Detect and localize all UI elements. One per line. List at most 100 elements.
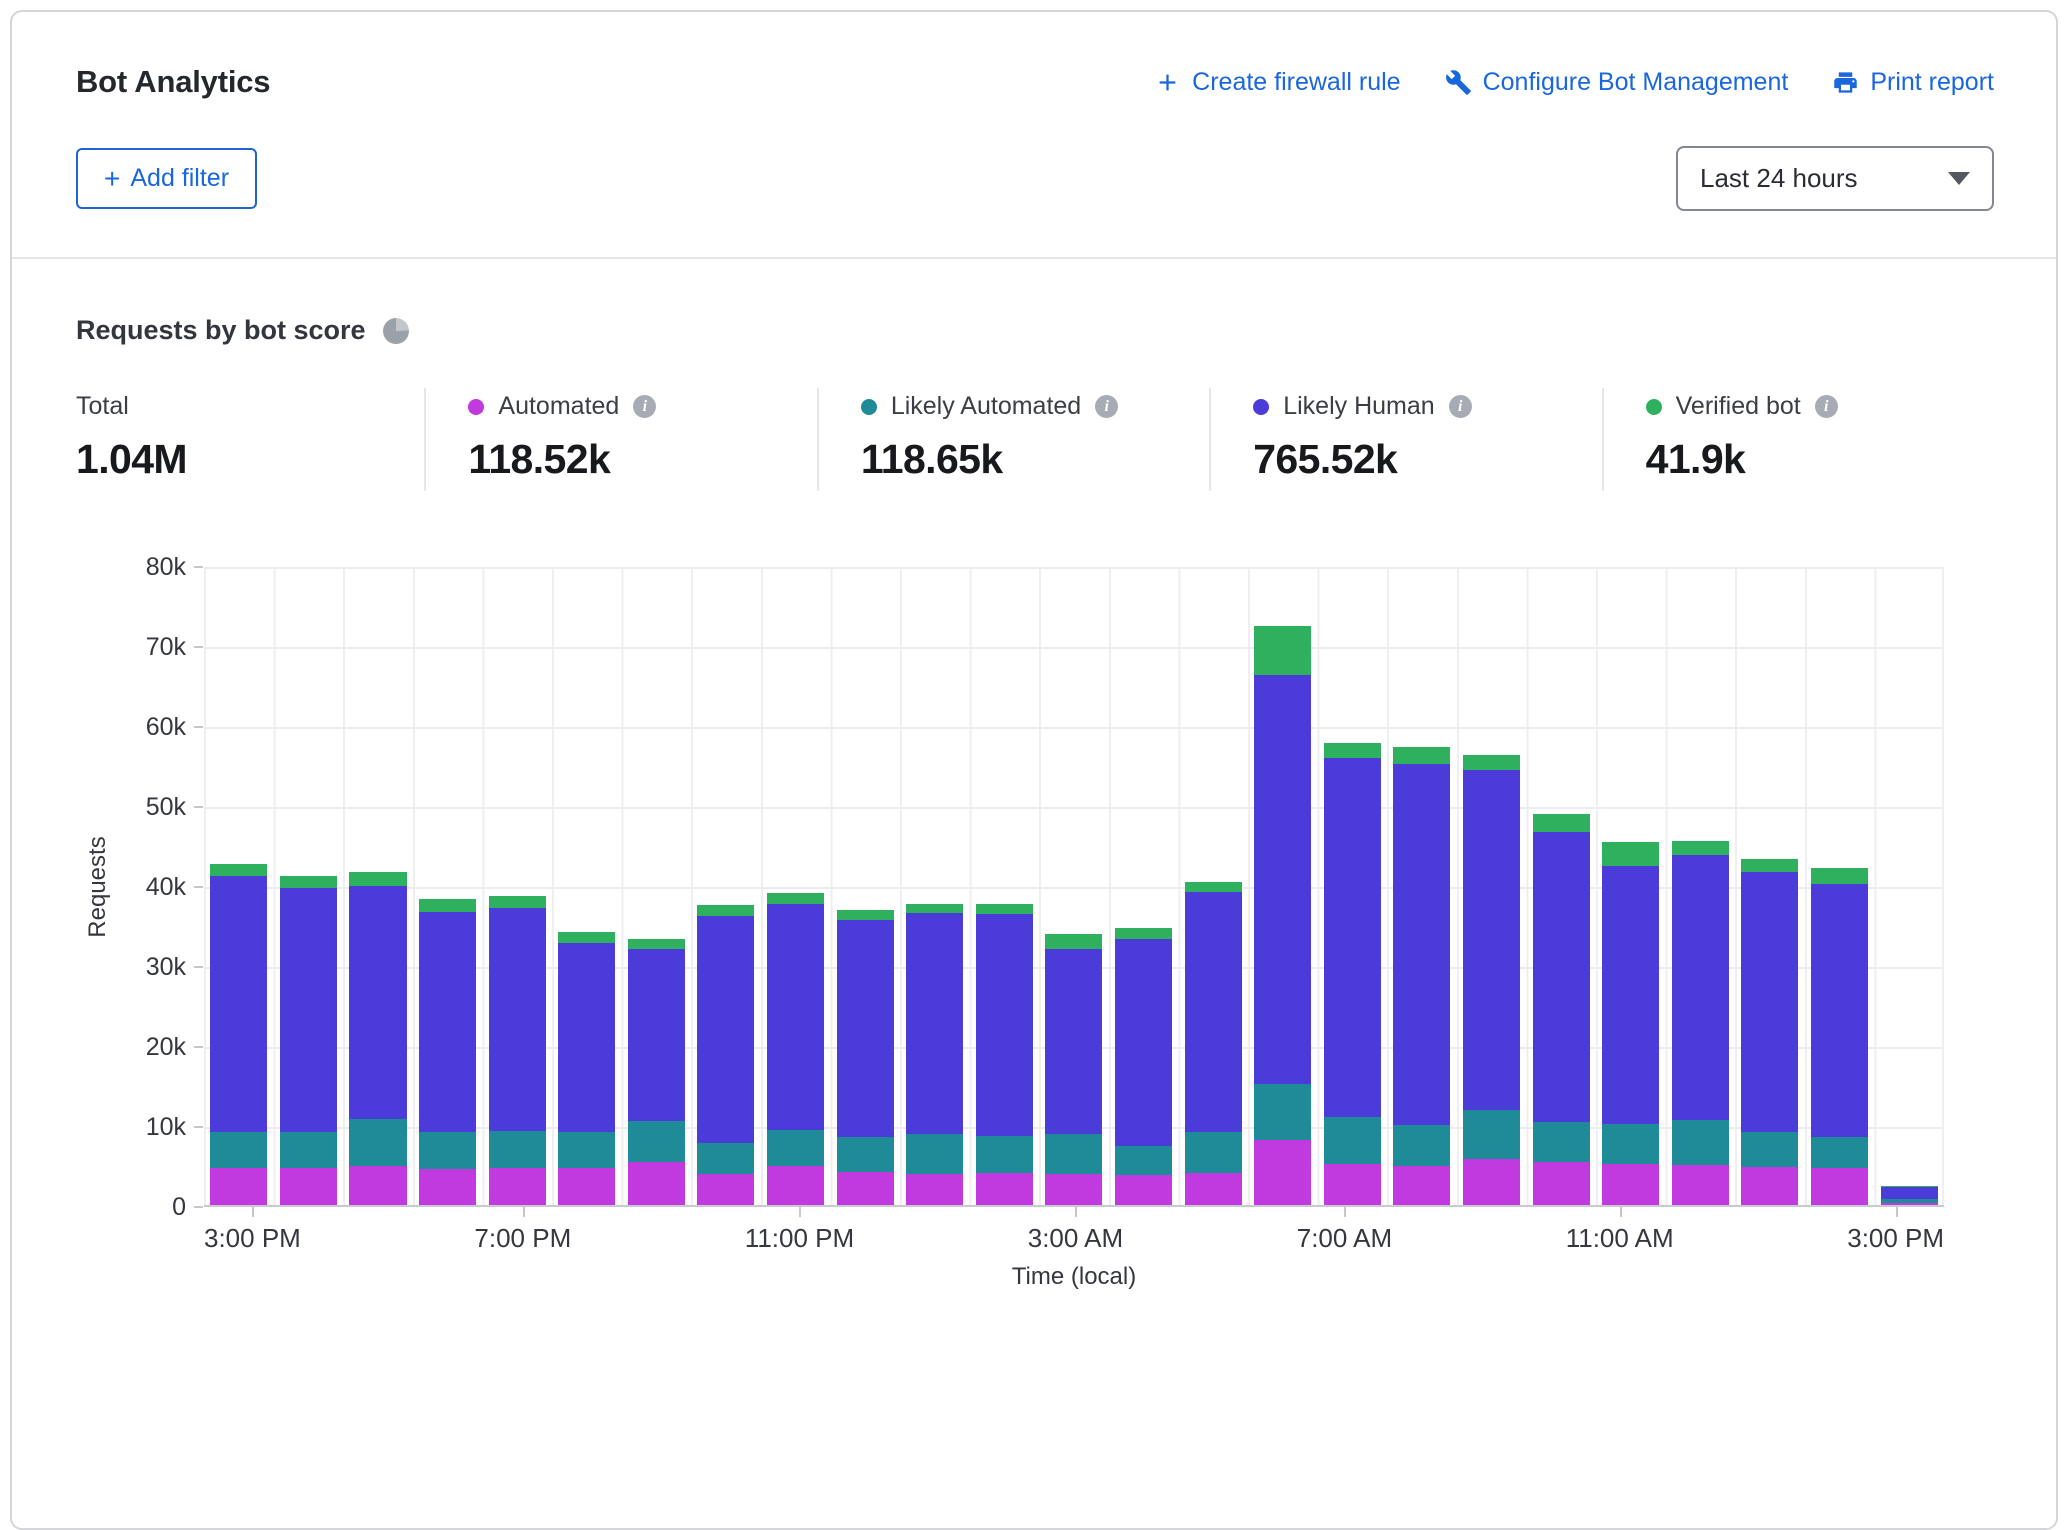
bar-group-600pm[interactable] [419, 567, 476, 1205]
bar-segment-likely-human [1324, 758, 1381, 1117]
bar-group-300pm[interactable] [1881, 567, 1938, 1205]
create-firewall-rule-link[interactable]: Create firewall rule [1154, 68, 1400, 97]
bar-segment-likely-automated [1045, 1134, 1102, 1173]
bar-segment-automated [767, 1166, 824, 1205]
bar-slot [1665, 567, 1735, 1205]
x-tick-slot [912, 1207, 970, 1259]
bar-slot [622, 567, 692, 1205]
bar-segment-verified-bot [1672, 841, 1729, 855]
bar-segment-verified-bot [210, 864, 267, 876]
bar-group-800am[interactable] [1393, 567, 1450, 1205]
print-report-link[interactable]: Print report [1832, 68, 1994, 97]
bar-group-300pm[interactable] [210, 567, 267, 1205]
y-tick-label: 10k [146, 1113, 186, 1142]
stat-likely-automated-label: Likely Automated [891, 392, 1081, 421]
bar-group-700pm[interactable] [489, 567, 546, 1205]
bar-group-1100pm[interactable] [767, 567, 824, 1205]
bar-segment-automated [906, 1174, 963, 1205]
bar-segment-likely-automated [1741, 1132, 1798, 1167]
bar-group-1000am[interactable] [1533, 567, 1590, 1205]
x-tick-label: 11:00 PM [745, 1223, 854, 1254]
bar-segment-likely-human [489, 908, 546, 1131]
bar-segment-verified-bot [767, 893, 824, 903]
bar-group-300am[interactable] [1045, 567, 1102, 1205]
stat-automated-label: Automated [498, 392, 619, 421]
bar-segment-likely-automated [767, 1130, 824, 1166]
add-filter-button[interactable]: + Add filter [76, 148, 257, 209]
configure-bot-management-link[interactable]: Configure Bot Management [1445, 68, 1789, 97]
bar-group-1000pm[interactable] [697, 567, 754, 1205]
bar-slot [413, 567, 483, 1205]
bar-slot [1248, 567, 1318, 1205]
bar-group-1200pm[interactable] [1672, 567, 1729, 1205]
bar-segment-likely-human [976, 914, 1033, 1137]
bar-segment-likely-human [210, 876, 267, 1133]
bar-segment-verified-bot [1393, 747, 1450, 764]
bar-segment-automated [1045, 1174, 1102, 1206]
bar-slot [274, 567, 344, 1205]
bar-segment-automated [1533, 1162, 1590, 1205]
bar-segment-likely-automated [837, 1137, 894, 1171]
y-tick-label: 0 [172, 1193, 186, 1222]
bar-group-1100am[interactable] [1602, 567, 1659, 1205]
configure-bot-management-label: Configure Bot Management [1483, 68, 1789, 97]
time-range-select[interactable]: Last 24 hours [1676, 146, 1994, 211]
bar-segment-likely-automated [280, 1132, 337, 1168]
bar-slot [1387, 567, 1457, 1205]
stats-row: Total 1.04M Automated i 118.52k Likely A… [76, 388, 1994, 491]
bar-segment-likely-human [1672, 855, 1729, 1120]
bar-segment-verified-bot [1811, 868, 1868, 884]
bar-group-500am[interactable] [1185, 567, 1242, 1205]
bar-segment-verified-bot [906, 904, 963, 914]
info-icon[interactable]: i [1449, 395, 1472, 418]
bar-group-200am[interactable] [976, 567, 1033, 1205]
bar-group-200pm[interactable] [1811, 567, 1868, 1205]
bar-segment-likely-automated [628, 1121, 685, 1162]
bar-group-600am[interactable] [1254, 567, 1311, 1205]
bar-segment-likely-human [558, 943, 615, 1132]
bar-segment-likely-automated [1185, 1132, 1242, 1173]
x-tick-slot [1508, 1207, 1566, 1259]
bar-segment-verified-bot [697, 905, 754, 915]
stat-automated-value: 118.52k [468, 436, 816, 483]
info-icon[interactable]: i [633, 395, 656, 418]
bar-segment-automated [628, 1162, 685, 1205]
bar-group-700am[interactable] [1324, 567, 1381, 1205]
x-tick-label: 7:00 AM [1297, 1223, 1392, 1254]
bar-group-100am[interactable] [906, 567, 963, 1205]
bar-slot [552, 567, 622, 1205]
bar-group-100pm[interactable] [1741, 567, 1798, 1205]
bar-group-800pm[interactable] [558, 567, 615, 1205]
bar-segment-verified-bot [1533, 814, 1590, 832]
bar-segment-automated [1393, 1166, 1450, 1205]
bar-group-900am[interactable] [1463, 567, 1520, 1205]
printer-icon [1832, 69, 1859, 96]
bar-segment-likely-human [767, 904, 824, 1130]
bar-segment-verified-bot [1185, 882, 1242, 892]
bar-group-400pm[interactable] [280, 567, 337, 1205]
y-tick-label: 20k [146, 1033, 186, 1062]
info-icon[interactable]: i [1815, 395, 1838, 418]
bar-segment-automated [1741, 1167, 1798, 1205]
info-icon[interactable]: i [1095, 395, 1118, 418]
section-title: Requests by bot score [76, 315, 366, 346]
y-tick-label: 40k [146, 873, 186, 902]
bar-group-500pm[interactable] [349, 567, 406, 1205]
bar-group-400am[interactable] [1115, 567, 1172, 1205]
bar-segment-likely-human [1881, 1187, 1938, 1200]
x-tick-slot: 7:00 AM [1297, 1207, 1392, 1259]
time-range-value: Last 24 hours [1700, 163, 1858, 194]
bar-segment-automated [349, 1166, 406, 1205]
x-tick-slot [571, 1207, 629, 1259]
x-tick-slot [970, 1207, 1028, 1259]
bar-slot [1735, 567, 1805, 1205]
bar-segment-automated [1672, 1165, 1729, 1205]
bar-group-900pm[interactable] [628, 567, 685, 1205]
bar-group-1200am[interactable] [837, 567, 894, 1205]
bar-segment-verified-bot [976, 904, 1033, 914]
bar-segment-likely-automated [697, 1143, 754, 1174]
bar-slot [1039, 567, 1109, 1205]
bar-segment-likely-automated [906, 1134, 963, 1174]
x-tick-slot [629, 1207, 687, 1259]
stat-total: Total 1.04M [76, 388, 424, 491]
